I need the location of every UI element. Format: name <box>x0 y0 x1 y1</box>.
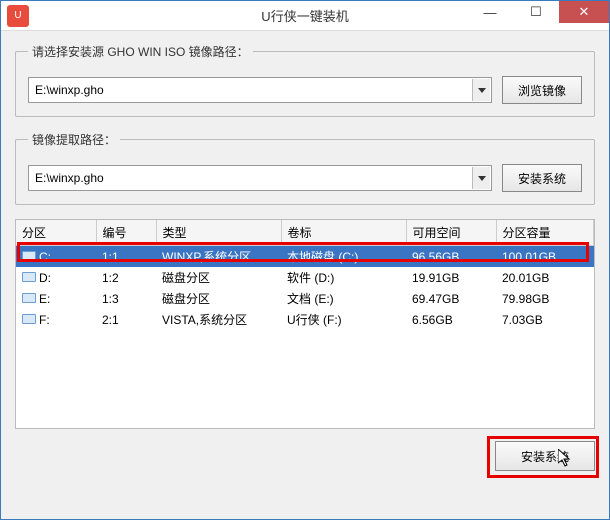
table-row[interactable]: C:1:1WINXP,系统分区本地磁盘 (C:)96.56GB100.01GB <box>16 246 594 268</box>
minimize-button[interactable]: — <box>467 1 513 23</box>
source-legend: 请选择安装源 GHO WIN ISO 镜像路径： <box>28 43 253 60</box>
col-label[interactable]: 卷标 <box>281 220 406 246</box>
col-free[interactable]: 可用空间 <box>406 220 496 246</box>
table-cell: 1:1 <box>96 246 156 268</box>
table-cell: 19.91GB <box>406 267 496 288</box>
table-cell: 20.01GB <box>496 267 594 288</box>
col-number[interactable]: 编号 <box>96 220 156 246</box>
app-window: U U行侠一键装机 — ☐ ✕ 请选择安装源 GHO WIN ISO 镜像路径：… <box>0 0 610 520</box>
table-cell: 96.56GB <box>406 246 496 268</box>
window-title: U行侠一键装机 <box>261 6 348 25</box>
source-fieldset: 请选择安装源 GHO WIN ISO 镜像路径： E:\winxp.gho 浏览… <box>15 43 595 117</box>
col-partition[interactable]: 分区 <box>16 220 96 246</box>
partition-table-container: 分区 编号 类型 卷标 可用空间 分区容量 C:1:1WINXP,系统分区本地磁… <box>15 219 595 429</box>
extract-legend: 镜像提取路径： <box>28 131 120 148</box>
partition-table: 分区 编号 类型 卷标 可用空间 分区容量 C:1:1WINXP,系统分区本地磁… <box>16 220 594 330</box>
table-cell: VISTA,系统分区 <box>156 309 281 330</box>
table-cell: 文档 (E:) <box>281 288 406 309</box>
maximize-button[interactable]: ☐ <box>513 1 559 23</box>
chevron-down-icon[interactable] <box>472 79 490 101</box>
extract-path-value: E:\winxp.gho <box>35 171 104 185</box>
chevron-down-icon[interactable] <box>472 167 490 189</box>
drive-icon <box>22 314 36 324</box>
install-system-button-top[interactable]: 安装系统 <box>502 164 582 192</box>
table-cell: 本地磁盘 (C:) <box>281 246 406 268</box>
table-cell: C: <box>16 246 96 268</box>
table-cell: E: <box>16 288 96 309</box>
table-cell: F: <box>16 309 96 330</box>
table-cell: 6.56GB <box>406 309 496 330</box>
table-cell: 100.01GB <box>496 246 594 268</box>
table-cell: 1:3 <box>96 288 156 309</box>
browse-image-button[interactable]: 浏览镜像 <box>502 76 582 104</box>
table-cell: WINXP,系统分区 <box>156 246 281 268</box>
table-cell: 69.47GB <box>406 288 496 309</box>
content-area: 请选择安装源 GHO WIN ISO 镜像路径： E:\winxp.gho 浏览… <box>1 31 609 485</box>
table-cell: 磁盘分区 <box>156 288 281 309</box>
table-cell: 软件 (D:) <box>281 267 406 288</box>
table-header-row: 分区 编号 类型 卷标 可用空间 分区容量 <box>16 220 594 246</box>
table-cell: U行侠 (F:) <box>281 309 406 330</box>
table-cell: 1:2 <box>96 267 156 288</box>
app-icon: U <box>7 5 29 27</box>
table-cell: 79.98GB <box>496 288 594 309</box>
table-cell: 7.03GB <box>496 309 594 330</box>
table-row[interactable]: F:2:1VISTA,系统分区U行侠 (F:)6.56GB7.03GB <box>16 309 594 330</box>
table-cell: 磁盘分区 <box>156 267 281 288</box>
install-system-button-bottom[interactable]: 安装系统 <box>495 441 595 471</box>
table-cell: 2:1 <box>96 309 156 330</box>
close-button[interactable]: ✕ <box>559 1 609 23</box>
source-path-combo[interactable]: E:\winxp.gho <box>28 77 492 103</box>
table-row[interactable]: D:1:2磁盘分区软件 (D:)19.91GB20.01GB <box>16 267 594 288</box>
drive-icon <box>22 293 36 303</box>
titlebar: U U行侠一键装机 — ☐ ✕ <box>1 1 609 31</box>
table-cell: D: <box>16 267 96 288</box>
bottom-actions: 安装系统 <box>15 441 595 471</box>
install-button-label: 安装系统 <box>521 448 569 465</box>
drive-icon <box>22 272 36 282</box>
source-path-value: E:\winxp.gho <box>35 83 104 97</box>
col-size[interactable]: 分区容量 <box>496 220 594 246</box>
extract-path-combo[interactable]: E:\winxp.gho <box>28 165 492 191</box>
table-row[interactable]: E:1:3磁盘分区文档 (E:)69.47GB79.98GB <box>16 288 594 309</box>
extract-fieldset: 镜像提取路径： E:\winxp.gho 安装系统 <box>15 131 595 205</box>
window-controls: — ☐ ✕ <box>467 1 609 30</box>
drive-icon <box>22 251 36 261</box>
col-type[interactable]: 类型 <box>156 220 281 246</box>
